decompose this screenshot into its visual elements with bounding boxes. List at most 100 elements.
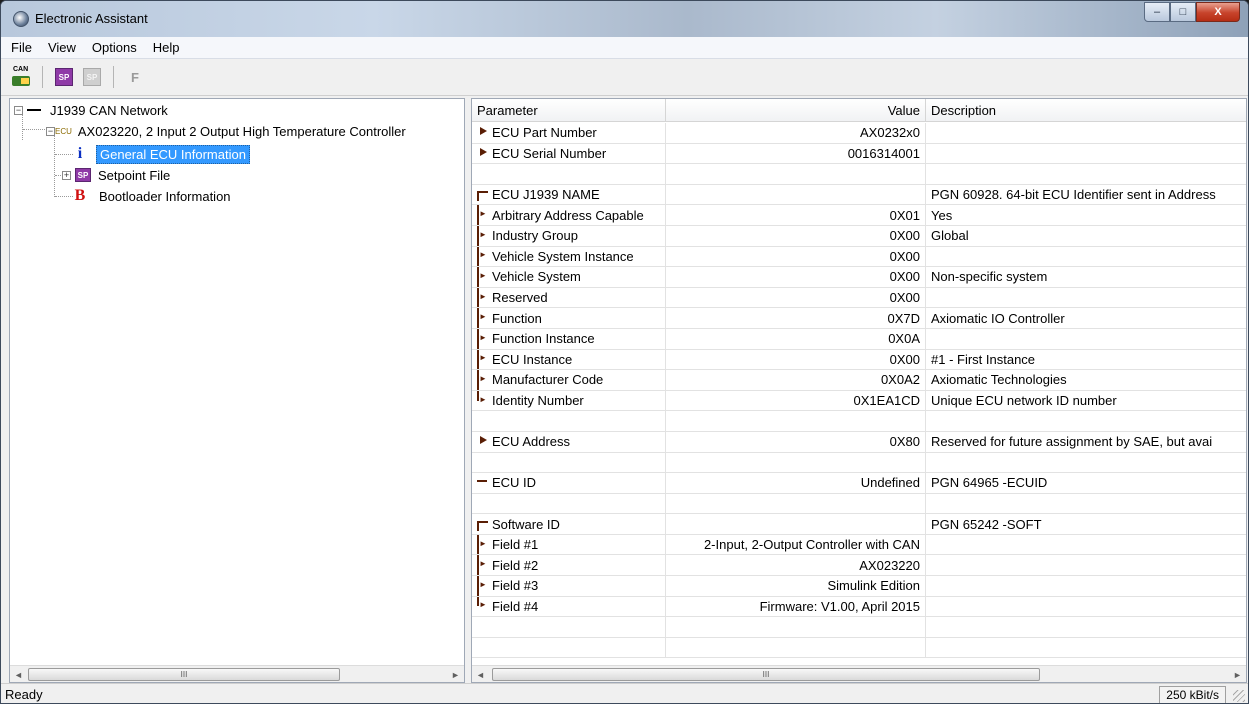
tree-pane[interactable]: − J1939 CAN Network − ECU AX023220, 2 In… — [9, 98, 465, 683]
cell-value[interactable]: 0X00 — [666, 287, 926, 308]
cell-value[interactable]: 0X80 — [666, 431, 926, 452]
cell-value[interactable]: 0X00 — [666, 349, 926, 370]
cell-value[interactable]: 0X0A2 — [666, 370, 926, 390]
menu-file[interactable]: File — [3, 40, 40, 55]
app-window: Electronic Assistant – □ X File View Opt… — [0, 0, 1249, 704]
cell-value[interactable]: Firmware: V1.00, April 2015 — [666, 596, 926, 617]
table-row[interactable]: Field #4 Firmware: V1.00, April 2015 — [472, 596, 1246, 618]
table-row[interactable]: Manufacturer Code 0X0A2 Axiomatic Technolo… — [472, 370, 1246, 391]
save-setpoint-button[interactable]: SP — [80, 65, 104, 89]
table-row[interactable]: Software ID PGN 65242 -SOFT — [472, 514, 1246, 535]
title-bar[interactable]: Electronic Assistant – □ X — [1, 1, 1248, 37]
cell-value[interactable]: Undefined — [666, 473, 926, 493]
table-row[interactable] — [472, 617, 1246, 638]
cell-value[interactable]: 0X0A — [666, 328, 926, 349]
cell-value[interactable]: 0X00 — [666, 225, 926, 246]
minimize-button[interactable]: – — [1144, 2, 1170, 22]
cell-value[interactable]: AX0232x0 — [666, 123, 926, 143]
minimize-icon: – — [1153, 6, 1161, 18]
cell-value[interactable]: 0X7D — [666, 308, 926, 328]
table-row[interactable] — [472, 411, 1246, 432]
resize-grip-icon[interactable] — [1233, 690, 1245, 702]
expand-icon[interactable]: + — [62, 170, 71, 180]
table-row[interactable]: Field #3 Simulink Edition — [472, 576, 1246, 597]
table-row[interactable]: Arbitrary Address Capable 0X01 Yes — [472, 205, 1246, 226]
close-button[interactable]: X — [1196, 2, 1240, 22]
table-row[interactable]: ECU ID Undefined PGN 64965 -ECUID — [472, 473, 1246, 494]
cell-parameter: Software ID — [472, 514, 666, 534]
cell-value[interactable] — [666, 637, 926, 658]
table-row[interactable]: Field #2 AX023220 — [472, 555, 1246, 577]
table-row[interactable]: ECU J1939 NAME PGN 60928. 64-bit ECU Iden… — [472, 184, 1246, 206]
cell-parameter: Arbitrary Address Capable — [472, 205, 666, 225]
tree-node-general-info[interactable]: i General ECU Information — [74, 144, 250, 164]
cell-value[interactable]: 0X1EA1CD — [666, 390, 926, 411]
cell-value[interactable] — [666, 617, 926, 637]
menu-options[interactable]: Options — [84, 40, 145, 55]
scroll-right-icon[interactable]: ► — [1229, 666, 1246, 682]
cell-value[interactable] — [666, 452, 926, 473]
scroll-left-icon[interactable]: ◄ — [472, 666, 489, 682]
table-row[interactable]: ECU Address 0X80 Reserved for future assig… — [472, 431, 1246, 453]
cell-value[interactable]: AX023220 — [666, 555, 926, 576]
header-value[interactable]: Value — [666, 99, 926, 122]
scroll-thumb[interactable]: III — [492, 668, 1040, 681]
tree-node-network[interactable]: − J1939 CAN Network — [14, 100, 171, 120]
scroll-right-icon[interactable]: ► — [447, 666, 464, 683]
header-description[interactable]: Description — [926, 99, 1246, 122]
table-row[interactable]: Industry Group 0X00 Global — [472, 225, 1246, 247]
table-row[interactable] — [472, 493, 1246, 515]
cell-value[interactable] — [666, 411, 926, 431]
window-title: Electronic Assistant — [35, 11, 148, 26]
cell-parameter — [472, 452, 666, 473]
cell-value[interactable]: 0X00 — [666, 267, 926, 287]
cell-value[interactable]: 0X00 — [666, 246, 926, 267]
ecu-icon: ECU — [55, 126, 72, 136]
table-row[interactable]: ECU Part Number AX0232x0 — [472, 123, 1246, 144]
table-row[interactable] — [472, 164, 1246, 185]
cell-value[interactable] — [666, 164, 926, 184]
table-row[interactable]: Reserved 0X00 — [472, 287, 1246, 309]
tree-horizontal-scrollbar[interactable]: ◄ III ► — [10, 665, 464, 682]
scroll-left-icon[interactable]: ◄ — [10, 666, 27, 683]
table-row[interactable]: ECU Serial Number 0016314001 — [472, 143, 1246, 165]
cell-value[interactable] — [666, 514, 926, 534]
cell-value[interactable]: Simulink Edition — [666, 576, 926, 596]
cell-value[interactable]: 0X01 — [666, 205, 926, 225]
cell-parameter — [472, 164, 666, 184]
parameter-name: Function — [492, 310, 542, 326]
table-row[interactable] — [472, 637, 1246, 659]
scroll-thumb[interactable]: III — [28, 668, 340, 681]
menu-help[interactable]: Help — [145, 40, 188, 55]
table-row[interactable]: Vehicle System 0X00 Non-specific system — [472, 267, 1246, 288]
maximize-button[interactable]: □ — [1170, 2, 1196, 22]
menu-view[interactable]: View — [40, 40, 84, 55]
cell-value[interactable]: 2-Input, 2-Output Controller with CAN — [666, 534, 926, 555]
tree-node-bootloader[interactable]: B Bootloader Information — [74, 186, 234, 206]
cell-value[interactable]: 0016314001 — [666, 143, 926, 164]
table-row[interactable] — [472, 452, 1246, 474]
table-row[interactable]: Identity Number 0X1EA1CD Unique ECU networ… — [472, 390, 1246, 412]
table-row[interactable]: Field #1 2-Input, 2-Output Controller wit… — [472, 534, 1246, 556]
grid-horizontal-scrollbar[interactable]: ◄ III ► — [472, 665, 1246, 682]
table-row[interactable]: Vehicle System Instance 0X00 — [472, 246, 1246, 268]
cell-value[interactable] — [666, 493, 926, 514]
tree-node-ecu[interactable]: − ECU AX023220, 2 Input 2 Output High Te… — [46, 121, 409, 141]
cell-parameter: Field #4 — [472, 596, 666, 617]
tree-node-setpoint[interactable]: + SP Setpoint File — [62, 165, 173, 185]
collapse-icon[interactable]: − — [14, 105, 23, 115]
cell-description: Unique ECU network ID number — [931, 393, 1117, 409]
parameter-grid[interactable]: Parameter Value Description ECU Part Num… — [471, 98, 1247, 683]
can-network-button[interactable]: CAN — [9, 65, 33, 89]
table-row[interactable]: Function 0X7D Axiomatic IO Controller — [472, 308, 1246, 329]
parameter-name: ECU J1939 NAME — [492, 187, 600, 203]
app-icon[interactable] — [13, 11, 29, 27]
header-parameter[interactable]: Parameter — [472, 99, 666, 122]
cell-description: Non-specific system — [931, 269, 1048, 285]
cell-value[interactable] — [666, 184, 926, 205]
table-row[interactable]: ECU Instance 0X00 #1 - First Instance — [472, 349, 1246, 371]
table-row[interactable]: Function Instance 0X0A — [472, 328, 1246, 350]
open-setpoint-button[interactable]: SP — [52, 65, 76, 89]
flash-button[interactable]: F — [123, 65, 147, 89]
collapse-icon[interactable]: − — [46, 126, 55, 136]
